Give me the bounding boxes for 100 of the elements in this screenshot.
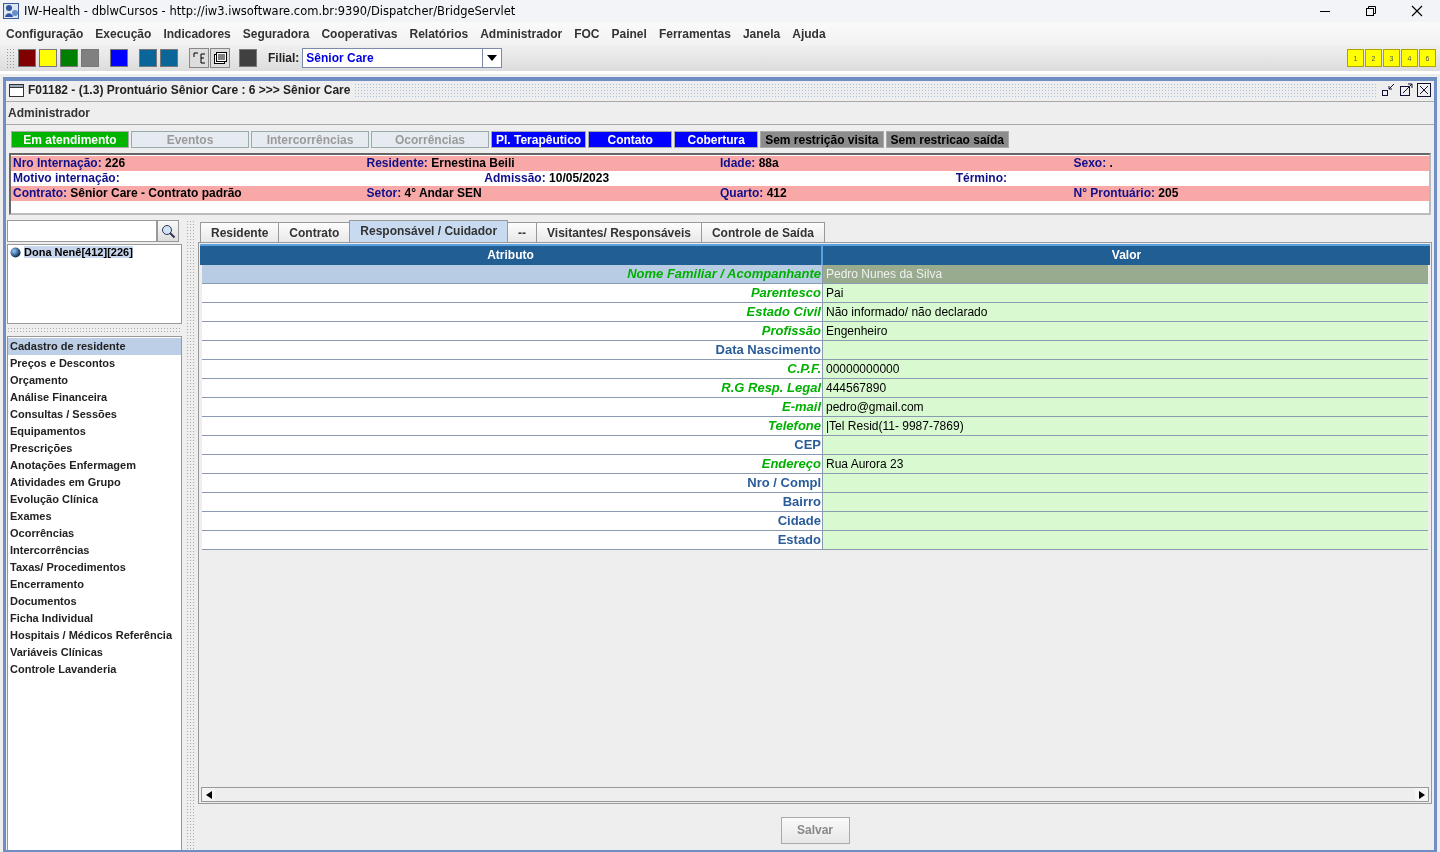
attribute-cell: Bairro [202,493,823,511]
value-cell[interactable]: 00000000000 [823,360,1428,378]
frame-title: F01182 - (1.3) Prontuário Sênior Care : 6 >>> Sênior Care [28,83,351,97]
field-value: . [1109,156,1113,170]
attribute-cell: Estado Civil [202,303,823,321]
value-cell[interactable] [823,493,1428,511]
nav-item[interactable]: Equipamentos [8,423,181,440]
nav-item[interactable]: Anotações Enfermagem [8,457,181,474]
color-button[interactable] [110,49,128,67]
field-label: Motivo internação: [13,171,120,185]
documents-button[interactable] [210,48,230,68]
field-value: 10/05/2023 [549,171,610,185]
tab[interactable]: Contrato [278,222,351,242]
nav-item[interactable]: Ficha Individual [8,610,181,627]
field-value: Ernestina Beili [431,156,515,170]
tab[interactable]: Residente [200,222,280,242]
field-label: Quarto: [720,186,764,200]
menu-item[interactable]: Ajuda [786,26,832,41]
nav-item[interactable]: Análise Financeira [8,389,181,406]
value-cell[interactable]: Rua Aurora 23 [823,455,1428,473]
nav-item[interactable]: Orçamento [8,372,181,389]
attribute-cell: CEP [202,436,823,454]
attribute-cell: Estado [202,531,823,549]
value-cell[interactable] [823,341,1428,359]
color-button[interactable] [160,49,178,67]
value-cell[interactable]: pedro@gmail.com [823,398,1428,416]
nav-item[interactable]: Variáveis Clínicas [8,644,181,661]
attribute-cell: C.P.F. [202,360,823,378]
menu-item[interactable]: Configuração [0,26,90,41]
nav-item[interactable]: Cadastro de residente [8,338,181,355]
attribute-cell: Parentesco [202,284,823,302]
value-cell[interactable] [823,512,1428,530]
value-cell[interactable]: Engenheiro [823,322,1428,340]
menu-item[interactable]: FOC [568,26,606,41]
nav-item[interactable]: Taxas/ Procedimentos [8,559,181,576]
menu-item[interactable]: Indicadores [157,26,237,41]
nav-item[interactable]: Preços e Descontos [8,355,181,372]
color-button[interactable] [239,49,257,67]
minimize-frame-button[interactable] [1381,83,1395,97]
color-button[interactable] [81,49,99,67]
color-button[interactable] [18,49,36,67]
value-cell[interactable] [823,531,1428,549]
search-button[interactable] [157,220,179,242]
horizontal-scrollbar[interactable] [201,787,1429,803]
status-button[interactable]: Sem restricao saída [885,131,1009,148]
value-cell[interactable]: 444567890 [823,379,1428,397]
nav-item[interactable]: Hospitais / Médicos Referência [8,627,181,644]
field-value: Sênior Care - Contrato padrão [70,186,242,200]
tab[interactable]: -- [507,222,538,242]
scroll-right-icon[interactable] [1418,790,1425,799]
scroll-left-icon[interactable] [205,790,212,799]
nav-item[interactable]: Exames [8,508,181,525]
tab[interactable]: Controle de Saída [700,222,825,242]
menu-item[interactable]: Seguradora [236,26,316,41]
menu-item[interactable]: Execução [89,26,158,41]
nav-item[interactable]: Encerramento [8,576,181,593]
menu-item[interactable]: Ferramentas [652,26,737,41]
status-button[interactable]: Contato [588,131,673,148]
value-cell[interactable]: Não informado/ não declarado [823,303,1428,321]
attribute-cell: R.G Resp. Legal [202,379,823,397]
nav-item[interactable]: Atividades em Grupo [8,474,181,491]
field-label: Término: [955,171,1007,185]
field-label: Contrato: [13,186,67,200]
menu-item[interactable]: Janela [736,26,787,41]
nav-item[interactable]: Intercorrências [8,542,181,559]
value-cell[interactable]: |Tel Resid(11- 9987-7869) [823,417,1428,435]
value-cell[interactable]: Pai [823,284,1428,302]
field-label: Residente: [366,156,428,170]
value-cell[interactable] [823,474,1428,492]
nav-item[interactable]: Documentos [8,593,181,610]
status-button[interactable]: Pl. Terapêutico [491,131,587,148]
nav-item[interactable]: Controle Lavanderia [8,661,181,678]
value-cell[interactable] [823,436,1428,454]
close-button[interactable] [1411,5,1423,17]
column-header: Atributo [486,247,535,264]
maximize-frame-button[interactable] [1399,83,1413,97]
filial-dropdown[interactable]: Sênior Care [302,48,503,68]
window-icon [9,83,24,97]
nav-item[interactable]: Consultas / Sessões [8,406,181,423]
field-value: 4° Andar SEN [404,186,482,200]
menu-item[interactable]: Painel [605,26,653,41]
close-frame-button[interactable] [1417,83,1431,97]
menu-item[interactable]: Cooperativas [315,26,404,41]
tab[interactable]: Visitantes/ Responsáveis [536,222,702,242]
menu-item[interactable]: Administrador [474,26,569,41]
attribute-cell: Nro / Compl [202,474,823,492]
status-button[interactable]: Sem restrição visita [760,131,884,148]
color-button[interactable] [139,49,157,67]
search-field[interactable] [7,220,157,242]
color-button[interactable] [60,49,78,67]
status-button[interactable]: Cobertura [674,131,759,148]
nav-item[interactable]: Evolução Clínica [8,491,181,508]
restore-button[interactable] [1365,5,1377,17]
nav-item[interactable]: Prescrições [8,440,181,457]
field-label: Sexo: [1073,156,1107,170]
menu-item[interactable]: Relatórios [403,26,475,41]
tab[interactable]: Responsável / Cuidador [349,220,509,242]
color-button[interactable] [39,49,57,67]
nav-item[interactable]: Ocorrências [8,525,181,542]
splitter[interactable] [7,327,182,333]
